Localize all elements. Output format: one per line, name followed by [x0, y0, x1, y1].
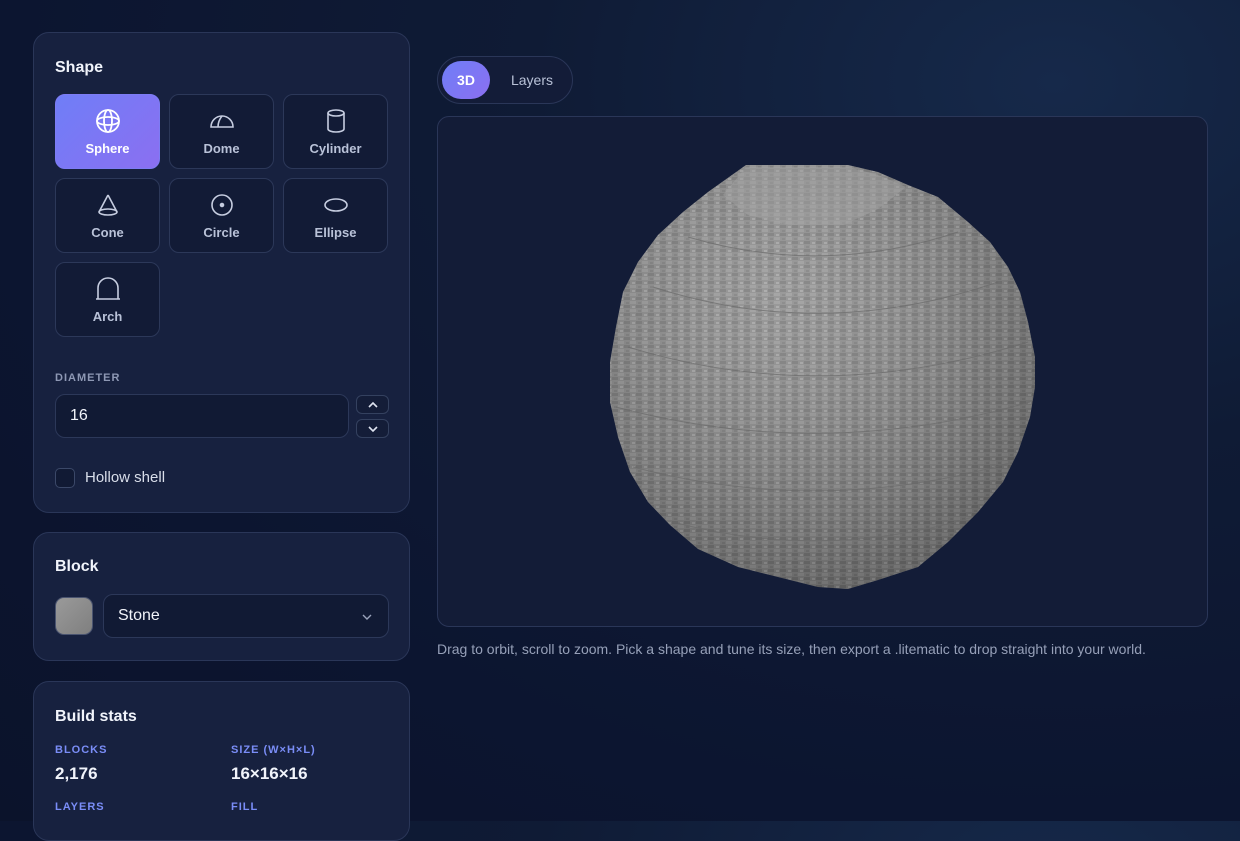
diameter-decrement-button[interactable] [356, 419, 389, 438]
block-select[interactable]: Stone [103, 594, 389, 638]
build-stats-panel: Build stats BLOCKS 2,176 SIZE (W×H×L) 16… [33, 681, 410, 841]
block-panel-title: Block [55, 558, 99, 575]
build-stats-title: Build stats [55, 708, 137, 725]
hollow-shell-checkbox[interactable] [55, 468, 75, 488]
diameter-value: 16 [70, 407, 88, 424]
arch-icon [95, 276, 120, 300]
shape-panel: Shape Sphere Dome Cylinder Cone Circle E [33, 32, 410, 513]
shape-button-ellipse[interactable]: Ellipse [283, 178, 388, 253]
shape-label: Ellipse [314, 224, 357, 240]
shape-button-cylinder[interactable]: Cylinder [283, 94, 388, 169]
chevron-down-icon [362, 614, 372, 620]
shape-button-sphere[interactable]: Sphere [55, 94, 160, 169]
diameter-input[interactable]: 16 [55, 394, 349, 438]
ellipse-icon [323, 197, 348, 212]
voxel-sphere-render [610, 165, 1035, 589]
cone-icon [97, 194, 118, 216]
tab-3d[interactable]: 3D [442, 61, 490, 99]
circle-icon [210, 193, 233, 216]
shape-label: Cone [91, 224, 124, 240]
stat-label-layers: LAYERS [55, 801, 105, 813]
view-tabs: 3D Layers [437, 56, 573, 104]
shape-panel-title: Shape [55, 59, 104, 76]
shape-label: Cylinder [309, 140, 362, 156]
shape-button-dome[interactable]: Dome [169, 94, 274, 169]
dome-icon [209, 114, 234, 128]
stat-label-blocks: BLOCKS [55, 744, 108, 756]
stat-label-fill: FILL [231, 801, 259, 813]
block-select-value: Stone [118, 607, 160, 624]
shape-button-arch[interactable]: Arch [55, 262, 160, 337]
stat-value-size: 16×16×16 [231, 764, 308, 783]
hollow-shell-label: Hollow shell [85, 469, 166, 486]
block-panel: Block Stone [33, 532, 410, 661]
stat-label-size: SIZE (W×H×L) [231, 744, 316, 756]
cylinder-icon [326, 108, 345, 133]
shape-label: Arch [92, 308, 123, 324]
shape-label: Dome [203, 140, 240, 156]
chevron-down-icon [367, 425, 378, 432]
shape-label: Sphere [85, 140, 130, 156]
shape-label: Circle [203, 224, 240, 240]
chevron-up-icon [367, 401, 378, 408]
diameter-label: DIAMETER [55, 372, 121, 384]
shape-button-circle[interactable]: Circle [169, 178, 274, 253]
tab-layers[interactable]: Layers [498, 61, 566, 99]
stat-value-blocks: 2,176 [55, 764, 98, 783]
shape-button-cone[interactable]: Cone [55, 178, 160, 253]
3d-viewport[interactable] [437, 116, 1208, 627]
viewport-hint: Drag to orbit, scroll to zoom. Pick a sh… [437, 641, 1146, 657]
block-swatch [55, 597, 93, 635]
sphere-icon [95, 108, 120, 133]
diameter-increment-button[interactable] [356, 395, 389, 414]
